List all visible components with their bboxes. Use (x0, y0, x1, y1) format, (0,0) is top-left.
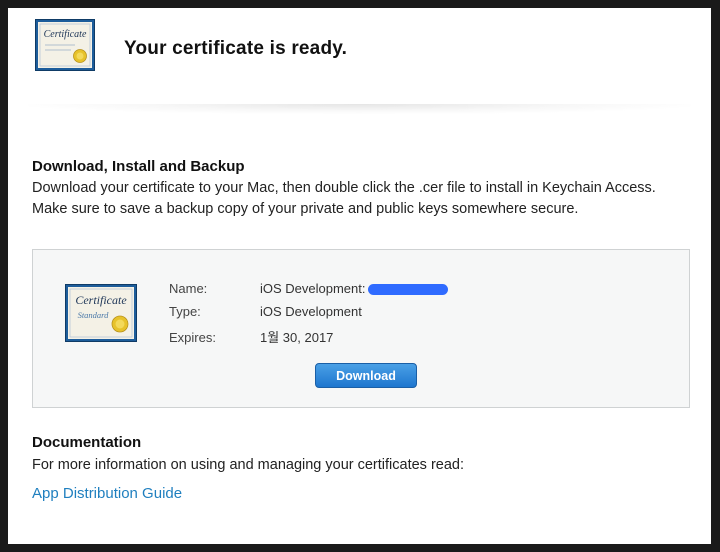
certificate-standard-icon: Certificate Standard (65, 284, 137, 342)
type-label: Type: (169, 304, 201, 319)
redaction-mark (367, 284, 448, 296)
name-value: iOS Development: (260, 281, 366, 296)
certificate-icon-title: Certificate (75, 293, 127, 307)
certificate-icon-subtitle: Standard (78, 310, 110, 320)
header-divider (28, 104, 691, 114)
page-title: Your certificate is ready. (124, 38, 348, 59)
documentation-heading: Documentation (32, 434, 142, 451)
certificate-expires-row: Expires: 1월 30, 2017 (169, 327, 333, 346)
documentation-text: For more information on using and managi… (32, 457, 464, 473)
download-button[interactable]: Download (315, 363, 417, 388)
download-section-heading: Download, Install and Backup (32, 158, 245, 175)
expires-value: 1월 30, 2017 (260, 330, 334, 345)
certificate-type-row: Type: iOS Development (169, 304, 362, 319)
certificate-name-row: Name: iOS Development: (169, 281, 448, 296)
expires-label: Expires: (169, 330, 216, 345)
download-section-description: Download your certificate to your Mac, t… (32, 180, 656, 217)
app-distribution-guide-link[interactable]: App Distribution Guide (32, 485, 182, 502)
certificate-icon-label: Certificate (44, 29, 87, 40)
certificate-icon: Certificate (35, 19, 95, 71)
type-value: iOS Development (260, 304, 362, 319)
page-header: Certificate Your certificate is ready. (8, 8, 711, 116)
name-label: Name: (169, 281, 208, 296)
certificate-details-panel: Certificate Standard Name: iOS Developmen… (32, 249, 690, 408)
page-frame: Certificate Your certificate is ready. D… (8, 8, 711, 544)
